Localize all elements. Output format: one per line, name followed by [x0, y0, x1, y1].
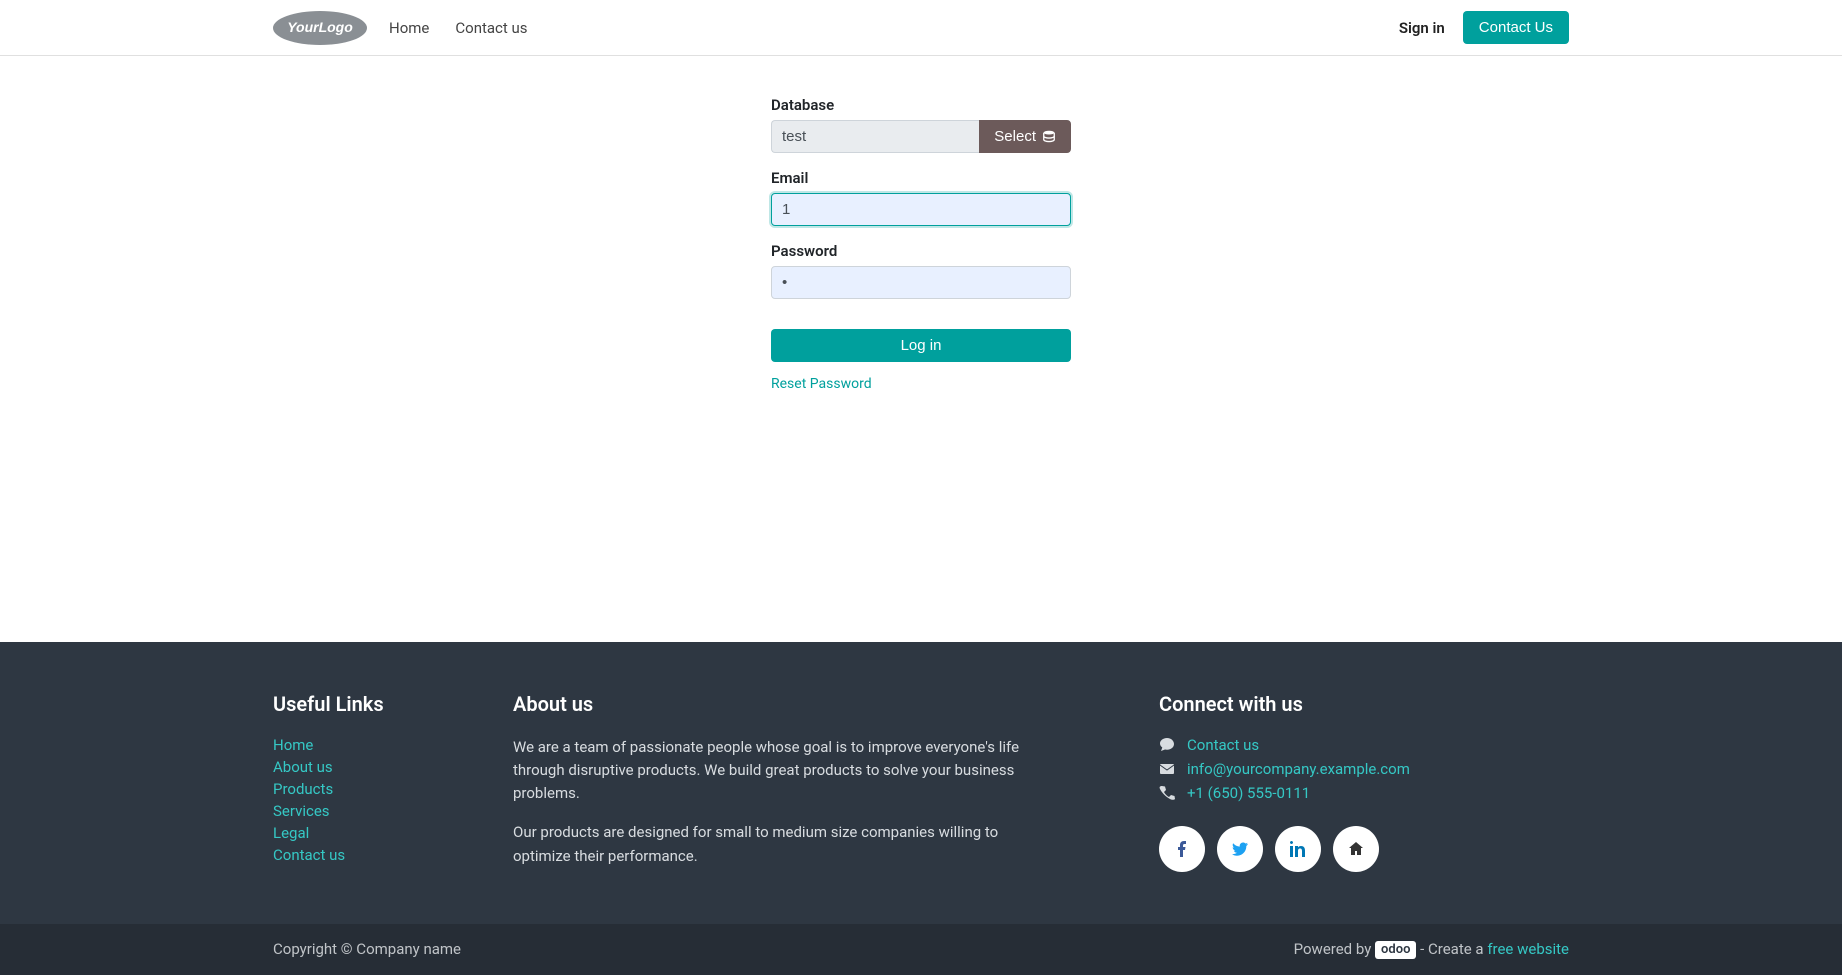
- facebook-icon: [1174, 841, 1190, 857]
- svg-text:YourLogo: YourLogo: [287, 19, 353, 35]
- database-select-button[interactable]: Select: [979, 120, 1071, 153]
- connect-col: Connect with us Contact us info@yourcomp…: [1159, 692, 1569, 884]
- twitter-icon: [1232, 841, 1248, 857]
- database-select-label: Select: [994, 128, 1036, 145]
- about-title: About us: [513, 692, 1033, 716]
- connect-title: Connect with us: [1159, 692, 1569, 716]
- database-label: Database: [771, 96, 1071, 114]
- odoo-badge[interactable]: odoo: [1375, 941, 1416, 959]
- useful-links-title: Useful Links: [273, 692, 493, 716]
- home-social-button[interactable]: [1333, 826, 1379, 872]
- create-prefix: - Create a: [1420, 940, 1487, 958]
- footer-bottom: Copyright © Company name Powered by odoo…: [0, 924, 1842, 975]
- contact-us-row: Contact us: [1159, 736, 1569, 754]
- footer-link-services[interactable]: Services: [273, 802, 330, 820]
- about-text-2: Our products are designed for small to m…: [513, 821, 1033, 868]
- useful-links-list: Home About us Products Services Legal Co…: [273, 736, 493, 864]
- password-label: Password: [771, 242, 1071, 260]
- about-text-1: We are a team of passionate people whose…: [513, 736, 1033, 806]
- footer-email-link[interactable]: info@yourcompany.example.com: [1187, 760, 1410, 778]
- login-form: Database Select Email Password: [771, 96, 1071, 392]
- email-input[interactable]: [771, 193, 1071, 226]
- email-row: info@yourcompany.example.com: [1159, 760, 1569, 778]
- footer-link-legal[interactable]: Legal: [273, 824, 309, 842]
- free-website-link[interactable]: free website: [1487, 940, 1569, 958]
- copyright-text: Copyright © Company name: [273, 940, 461, 958]
- database-group: Database Select: [771, 96, 1071, 153]
- about-col: About us We are a team of passionate peo…: [513, 692, 1033, 884]
- logo[interactable]: YourLogo: [273, 8, 367, 48]
- email-label: Email: [771, 169, 1071, 187]
- password-group: Password: [771, 242, 1071, 299]
- navbar: YourLogo Home Contact us Sign in Contact…: [0, 0, 1842, 56]
- phone-icon: [1159, 785, 1175, 801]
- password-input[interactable]: [771, 266, 1071, 299]
- login-button[interactable]: Log in: [771, 329, 1071, 362]
- linkedin-button[interactable]: [1275, 826, 1321, 872]
- home-icon: [1348, 841, 1364, 857]
- phone-row: +1 (650) 555-0111: [1159, 784, 1569, 802]
- facebook-button[interactable]: [1159, 826, 1205, 872]
- main: Database Select Email Password: [0, 56, 1842, 642]
- powered-by: Powered by odoo - Create a free website: [1294, 940, 1569, 959]
- useful-links-col: Useful Links Home About us Products Serv…: [273, 692, 493, 884]
- footer-link-home[interactable]: Home: [273, 736, 313, 754]
- database-input: [771, 120, 979, 153]
- footer-contact-link[interactable]: Contact us: [1187, 736, 1259, 754]
- footer-link-about[interactable]: About us: [273, 758, 333, 776]
- envelope-icon: [1159, 761, 1175, 777]
- twitter-button[interactable]: [1217, 826, 1263, 872]
- database-icon: [1042, 130, 1056, 144]
- social-row: [1159, 826, 1569, 872]
- linkedin-icon: [1290, 841, 1306, 857]
- nav-right: Sign in Contact Us: [1399, 11, 1569, 44]
- contact-us-button[interactable]: Contact Us: [1463, 11, 1569, 44]
- footer-phone[interactable]: +1 (650) 555-0111: [1187, 784, 1310, 802]
- nav-home[interactable]: Home: [385, 11, 433, 45]
- signin-link[interactable]: Sign in: [1399, 19, 1445, 37]
- reset-password-link[interactable]: Reset Password: [771, 376, 872, 392]
- nav-left: YourLogo Home Contact us: [273, 8, 532, 48]
- footer-link-products[interactable]: Products: [273, 780, 333, 798]
- chat-icon: [1159, 737, 1175, 753]
- email-group: Email: [771, 169, 1071, 226]
- powered-by-text: Powered by: [1294, 940, 1372, 958]
- footer: Useful Links Home About us Products Serv…: [0, 642, 1842, 975]
- footer-link-contact[interactable]: Contact us: [273, 846, 345, 864]
- nav-contact[interactable]: Contact us: [451, 11, 531, 45]
